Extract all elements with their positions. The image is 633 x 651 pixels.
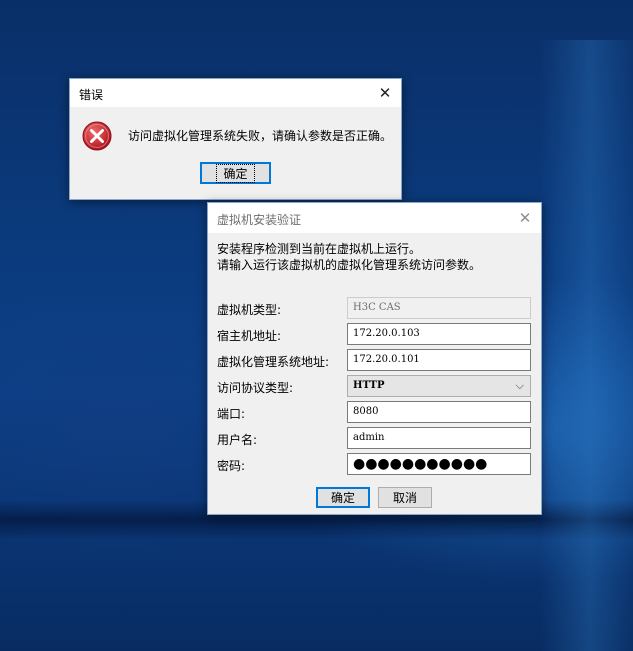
mgmt-address-label: 虚拟化管理系统地址:: [217, 355, 330, 369]
error-message: 访问虚拟化管理系统失败，请确认参数是否正确。: [128, 129, 393, 143]
install-dialog-titlebar: 虚拟机安装验证 ✕: [208, 203, 541, 233]
install-cancel-button[interactable]: 取消: [378, 487, 432, 508]
close-icon: ✕: [518, 209, 532, 227]
vm-type-label: 虚拟机类型:: [217, 303, 282, 317]
username-label: 用户名:: [217, 433, 258, 447]
install-dialog-title: 虚拟机安装验证: [217, 213, 302, 227]
host-address-label: 宿主机地址:: [217, 329, 282, 343]
error-dialog-titlebar: 错误 ✕: [70, 79, 401, 107]
intro-line-1: 安装程序检测到当前在虚拟机上运行。: [217, 242, 422, 256]
password-label: 密码:: [217, 459, 246, 473]
password-input[interactable]: ●●●●●●●●●●●: [347, 453, 531, 475]
port-input[interactable]: 8080: [347, 401, 531, 423]
protocol-selected-value: HTTP: [353, 380, 385, 391]
install-ok-button[interactable]: 确定: [316, 487, 370, 508]
vm-type-field: H3C CAS: [347, 297, 531, 319]
error-ok-button[interactable]: 确定: [200, 162, 271, 184]
error-dialog: 错误 ✕ 访问虚拟化管理系统失败，请确认参数是否正确。 确定: [69, 78, 402, 200]
install-ok-label: 确定: [330, 491, 355, 505]
chevron-down-icon: ⌵: [515, 379, 524, 392]
desktop-light-beam: [540, 40, 633, 651]
install-cancel-label: 取消: [392, 491, 417, 505]
install-verification-dialog: 虚拟机安装验证 ✕ 安装程序检测到当前在虚拟机上运行。 请输入运行该虚拟机的虚拟…: [207, 202, 542, 515]
install-dialog-close-button[interactable]: ✕: [509, 203, 541, 233]
desktop-background: 错误 ✕ 访问虚拟化管理系统失败，请确认参数是否正确。 确定 虚拟机安装验证 ✕…: [0, 0, 633, 651]
username-input[interactable]: admin: [347, 427, 531, 449]
error-dialog-close-button[interactable]: ✕: [369, 79, 401, 107]
port-label: 端口:: [217, 407, 246, 421]
protocol-select[interactable]: HTTP ⌵: [347, 375, 531, 397]
close-icon: ✕: [378, 84, 392, 102]
error-dialog-title: 错误: [79, 88, 104, 102]
intro-line-2: 请输入运行该虚拟机的虚拟化管理系统访问参数。: [217, 258, 482, 272]
error-ok-label: 确定: [216, 163, 255, 183]
protocol-label: 访问协议类型:: [217, 381, 294, 395]
host-address-input[interactable]: 172.20.0.103: [347, 323, 531, 345]
install-intro-text: 安装程序检测到当前在虚拟机上运行。 请输入运行该虚拟机的虚拟化管理系统访问参数。: [217, 241, 481, 273]
mgmt-address-input[interactable]: 172.20.0.101: [347, 349, 531, 371]
error-icon: [82, 121, 112, 151]
